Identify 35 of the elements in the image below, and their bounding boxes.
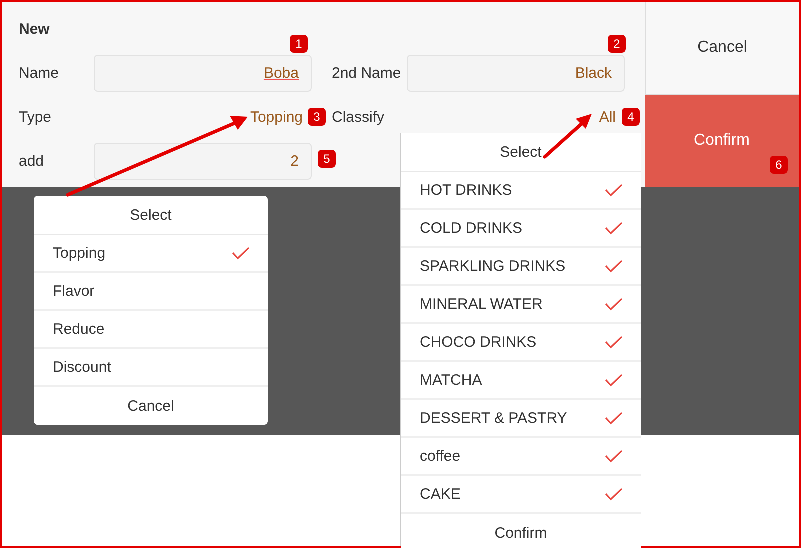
picker-option[interactable]: SPARKLING DRINKS — [401, 248, 641, 286]
picker-option[interactable]: HOT DRINKS — [401, 172, 641, 210]
number-badge: 6 — [770, 156, 788, 174]
picker-option[interactable]: coffee — [401, 438, 641, 476]
number-badge: 4 — [622, 108, 640, 126]
number-badge: 2 — [608, 35, 626, 53]
field-value: 2 — [290, 153, 299, 170]
picker-title: Select — [500, 144, 542, 160]
picker-option[interactable]: MINERAL WATER — [401, 286, 641, 324]
picker-option[interactable]: Topping — [34, 235, 268, 273]
picker-option[interactable]: COLD DRINKS — [401, 210, 641, 248]
picker-option[interactable]: DESSERT & PASTRY — [401, 400, 641, 438]
form-title: New — [19, 20, 50, 40]
field-label: 2nd Name — [332, 65, 402, 82]
field-value: Black — [575, 65, 612, 82]
picker-title: Select — [130, 206, 172, 224]
field-label: Type — [19, 109, 53, 126]
picker-option[interactable]: MATCHA — [401, 362, 641, 400]
cancel-button[interactable]: Cancel — [645, 2, 799, 95]
type-selector[interactable]: Topping — [250, 109, 303, 126]
field-label: Classify — [332, 109, 386, 126]
second-name-field[interactable]: Black — [407, 55, 625, 92]
add-field[interactable]: 2 — [94, 143, 312, 180]
number-badge: 5 — [318, 150, 336, 168]
name-field[interactable]: Boba — [94, 55, 312, 92]
field-value: Boba — [264, 65, 299, 82]
annotation-arrow — [543, 114, 592, 159]
number-badge: 1 — [290, 35, 308, 53]
picker-option[interactable]: Reduce — [34, 311, 268, 349]
field-label: Name — [19, 65, 60, 82]
field-label: add — [19, 153, 46, 170]
picker-option[interactable]: Flavor — [34, 273, 268, 311]
number-badge: 3 — [308, 108, 326, 126]
picker-option[interactable]: CHOCO DRINKS — [401, 324, 641, 362]
classify-selector[interactable]: All — [599, 109, 616, 126]
